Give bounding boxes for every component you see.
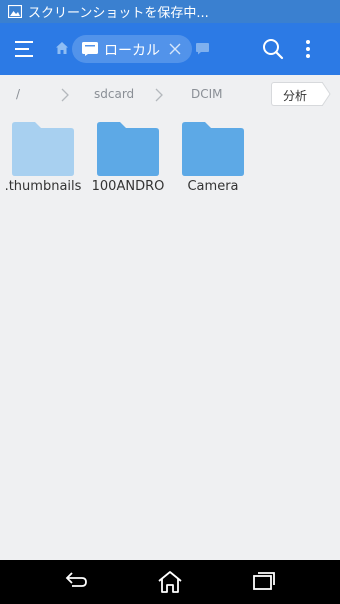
breadcrumb-root[interactable]: / — [16, 87, 20, 101]
phone-storage-icon — [82, 42, 98, 56]
folder-icon — [97, 122, 159, 176]
menu-button[interactable] — [15, 40, 37, 58]
folder-name: .thumbnails — [4, 179, 82, 194]
more-vert-icon — [306, 40, 310, 58]
folder-name: 100ANDRO — [91, 179, 165, 194]
analyze-label: 分析 — [283, 89, 308, 103]
breadcrumb: / sdcard DCIM 分析 — [0, 75, 340, 115]
folder-icon — [12, 122, 74, 176]
folder-name: Camera — [187, 179, 239, 194]
status-notification-text: スクリーンショットを保存中... — [28, 6, 209, 21]
image-notification-icon — [8, 5, 22, 18]
chevron-right-icon — [155, 88, 163, 102]
status-bar: スクリーンショットを保存中... — [0, 0, 340, 23]
system-nav-bar — [0, 560, 340, 604]
breadcrumb-item-dcim[interactable]: DCIM — [191, 87, 223, 101]
back-button[interactable] — [63, 570, 89, 596]
app-bar: ローカル — [0, 23, 340, 75]
back-icon — [65, 572, 87, 587]
tab-label: ローカル — [104, 43, 160, 59]
folder-camera[interactable]: Camera — [170, 122, 256, 194]
folder-thumbnails[interactable]: .thumbnails — [0, 122, 86, 194]
recent-apps-icon — [253, 572, 275, 590]
close-icon[interactable] — [169, 43, 181, 55]
home-icon[interactable] — [55, 41, 69, 55]
search-icon — [263, 39, 284, 60]
arrow-tab-icon — [322, 82, 331, 106]
analyze-button[interactable]: 分析 — [271, 82, 331, 106]
search-button[interactable] — [262, 38, 284, 64]
folder-icon — [182, 122, 244, 176]
chevron-right-icon — [61, 88, 69, 102]
recent-apps-button[interactable] — [252, 570, 276, 596]
tab-local[interactable]: ローカル — [72, 35, 192, 63]
new-window-icon[interactable] — [196, 43, 210, 55]
hamburger-menu-icon — [15, 41, 33, 57]
home-nav-icon — [158, 571, 182, 593]
breadcrumb-item-sdcard[interactable]: sdcard — [94, 87, 134, 101]
home-button[interactable] — [157, 570, 183, 598]
more-options-button[interactable] — [300, 39, 316, 59]
folder-100andro[interactable]: 100ANDRO — [85, 122, 171, 194]
